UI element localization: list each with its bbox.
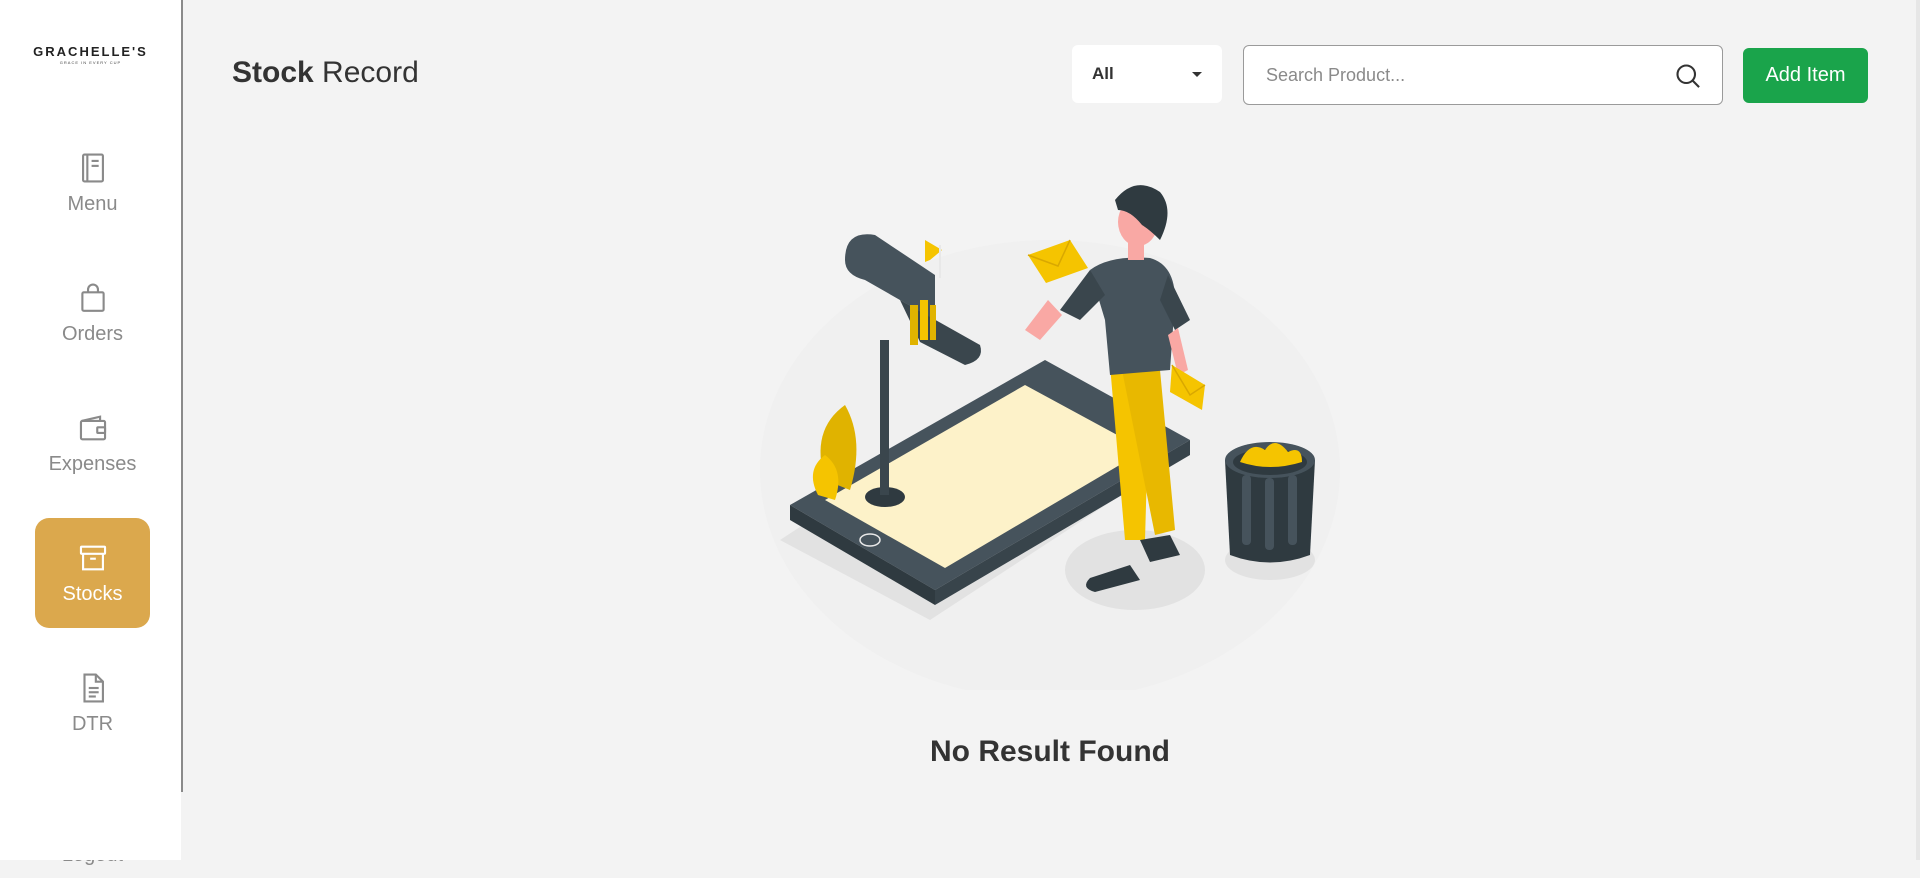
sidebar-item-stocks[interactable]: Stocks bbox=[35, 518, 150, 628]
search-input[interactable] bbox=[1264, 63, 1668, 87]
sidebar-item-label: Expenses bbox=[48, 452, 137, 475]
archive-box-icon bbox=[79, 545, 106, 570]
empty-state-illustration bbox=[760, 185, 1340, 690]
page-title: Stock Record bbox=[232, 56, 419, 90]
page-title-rest: Record bbox=[313, 56, 419, 89]
sidebar-item-orders[interactable]: Orders bbox=[35, 258, 150, 368]
page-title-bold: Stock bbox=[232, 56, 314, 89]
category-filter-select[interactable]: All bbox=[1072, 45, 1222, 103]
brand-logo: GRACHELLE'S GRACE IN EVERY CUP bbox=[0, 44, 181, 65]
sidebar-item-menu[interactable]: Menu bbox=[35, 128, 150, 238]
document-icon bbox=[82, 672, 104, 703]
sidebar-footer bbox=[0, 792, 181, 860]
brand-name: GRACHELLE'S bbox=[33, 44, 148, 59]
add-item-button[interactable]: Add Item bbox=[1743, 48, 1868, 103]
shopping-bag-icon bbox=[80, 283, 105, 312]
search-icon[interactable] bbox=[1674, 62, 1702, 90]
brand-tagline: GRACE IN EVERY CUP bbox=[59, 60, 122, 65]
caret-down-icon bbox=[1192, 71, 1202, 77]
sidebar-item-dtr[interactable]: DTR bbox=[35, 648, 150, 758]
sidebar-item-label: Stocks bbox=[62, 582, 123, 605]
search-box bbox=[1243, 45, 1723, 105]
filter-selected-value: All bbox=[1092, 64, 1114, 83]
wallet-icon bbox=[79, 414, 106, 440]
scrollbar[interactable] bbox=[1916, 0, 1920, 860]
sidebar-item-label: Menu bbox=[67, 192, 118, 215]
sidebar-item-label: Orders bbox=[61, 322, 124, 345]
sidebar: GRACHELLE'S GRACE IN EVERY CUP Menu Orde… bbox=[0, 0, 183, 866]
sidebar-item-expenses[interactable]: Expenses bbox=[35, 388, 150, 498]
menu-book-icon bbox=[81, 152, 104, 183]
sidebar-item-label: DTR bbox=[71, 712, 114, 735]
empty-state-message: No Result Found bbox=[930, 735, 1170, 768]
